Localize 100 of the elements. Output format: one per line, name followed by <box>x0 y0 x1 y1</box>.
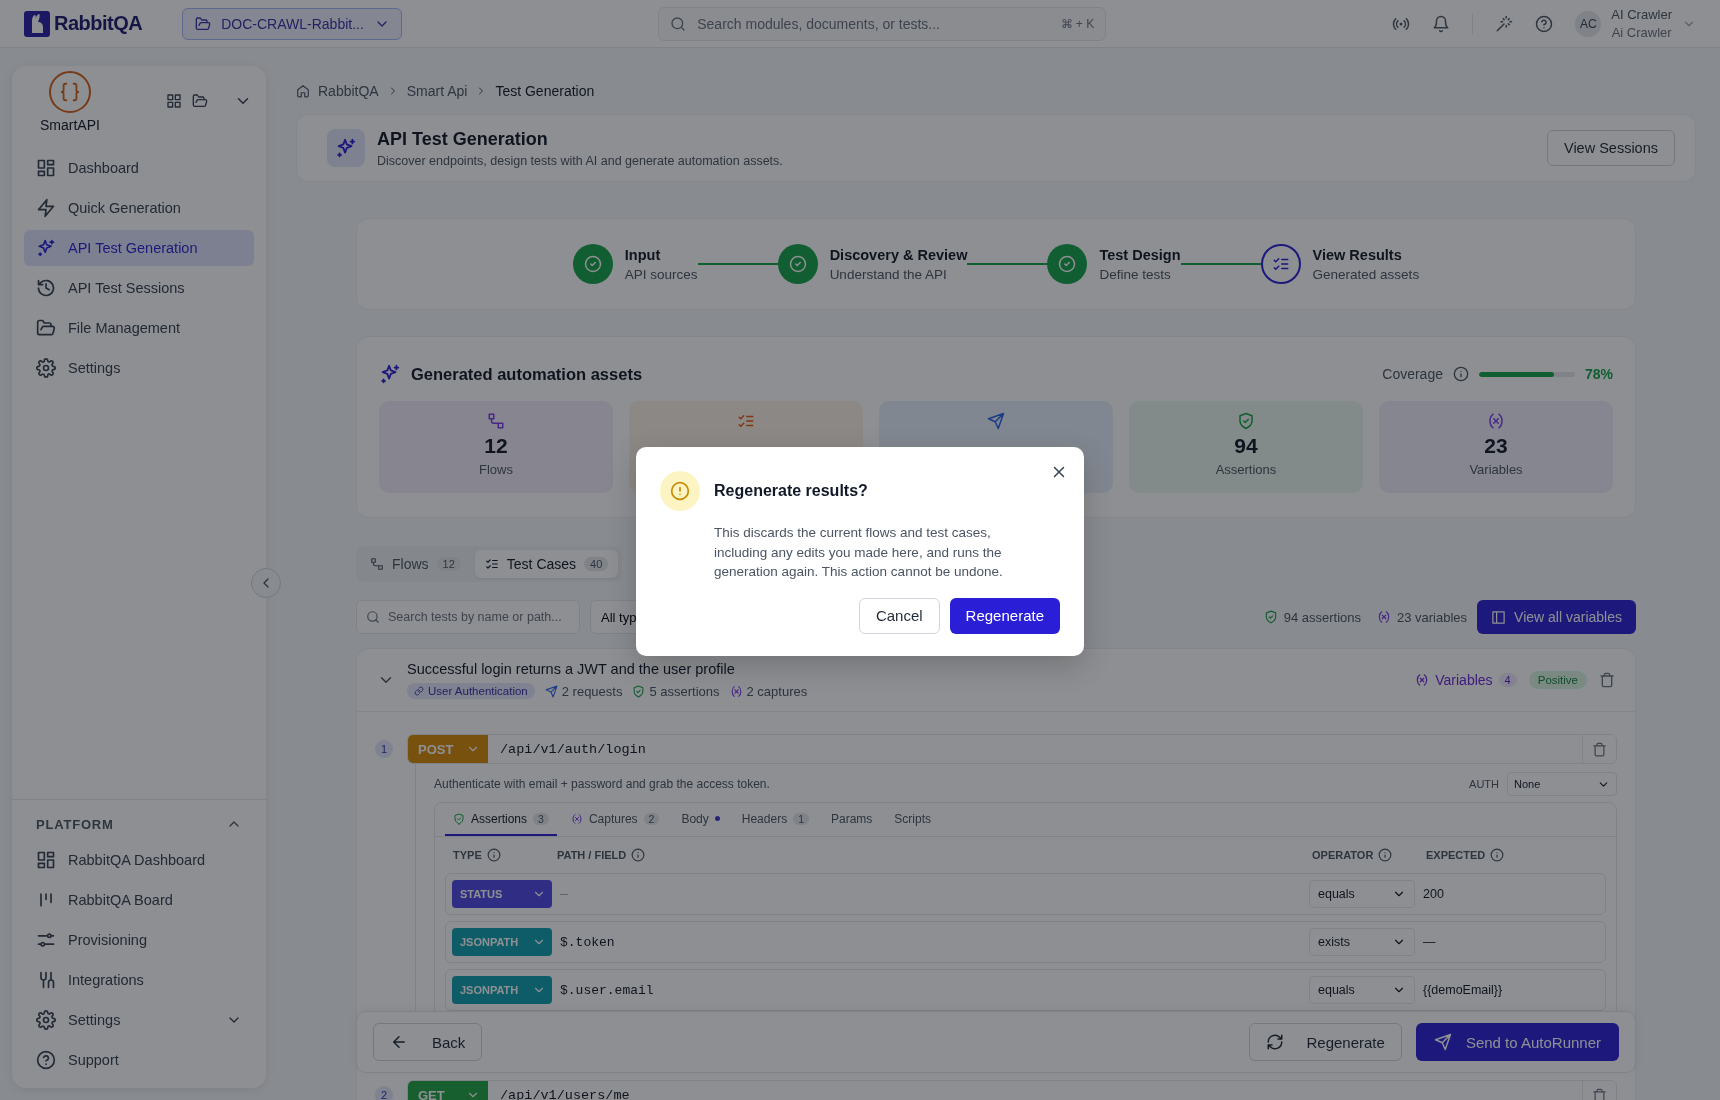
variables-count: 23 variables <box>1397 609 1468 625</box>
operator-select[interactable]: equals <box>1309 880 1415 908</box>
regenerate-button[interactable]: Regenerate <box>1249 1023 1402 1061</box>
sidebar-item[interactable]: Dashboard <box>24 150 254 186</box>
breadcrumb-link[interactable]: Smart Api <box>406 83 468 99</box>
sidebar-item[interactable]: Settings <box>24 350 254 386</box>
sidebar-item[interactable]: API Test Sessions <box>24 270 254 306</box>
column-header: EXPECTED <box>1426 849 1486 861</box>
request-path: /api/v1/auth/login <box>499 740 647 759</box>
path-field[interactable]: $.token <box>560 934 1301 950</box>
panel-icon <box>1491 609 1507 625</box>
variable-icon <box>1377 610 1391 624</box>
step-title: Input <box>624 246 662 263</box>
shield-check-icon <box>632 684 646 698</box>
type-select[interactable]: STATUS <box>452 880 552 908</box>
operator-select[interactable]: exists <box>1309 928 1415 956</box>
panel-tab[interactable]: Body <box>673 803 728 836</box>
flow-icon <box>487 412 505 430</box>
operator-select[interactable]: equals <box>1309 976 1415 1004</box>
test-case-title: Successful login returns a JWT and the user profile <box>407 661 736 677</box>
wand-icon[interactable] <box>1495 14 1514 33</box>
expected-field[interactable]: {{demoEmail}} <box>1423 983 1599 997</box>
folder-icon[interactable] <box>192 93 208 109</box>
alert-icon <box>670 481 690 501</box>
request-field[interactable]: POST /api/v1/auth/login <box>407 734 1617 764</box>
confirm-button[interactable]: Regenerate <box>949 597 1060 634</box>
user-role: Ai Crawler <box>1611 23 1672 42</box>
panel-tab[interactable]: Headers 1 <box>733 803 817 836</box>
delete-button[interactable] <box>1582 735 1616 763</box>
sidebar-item[interactable]: Quick Generation <box>24 190 254 226</box>
back-button[interactable]: Back <box>373 1023 483 1061</box>
sliders-icon <box>36 930 56 950</box>
page-subtitle: Discover endpoints, design tests with AI and generate automation assets. <box>377 153 783 168</box>
auth-select[interactable]: None <box>1507 772 1617 796</box>
panel-tab[interactable]: Assertions 3 <box>445 803 557 836</box>
sidebar-item[interactable]: API Test Generation <box>24 230 254 266</box>
trash-icon[interactable] <box>1599 672 1615 688</box>
variable-icon <box>1487 412 1505 430</box>
send-icon <box>544 684 558 698</box>
step-subtitle: Generated assets <box>1312 266 1420 282</box>
step-number: 1 <box>375 740 393 758</box>
path-field[interactable]: $.user.email <box>560 982 1301 998</box>
send-button[interactable]: Send to AutoRunner <box>1415 1023 1619 1061</box>
project-selector[interactable]: DOC-CRAWL-Rabbit... <box>182 7 403 40</box>
sidebar-item[interactable]: Settings <box>24 1002 254 1038</box>
braces-icon <box>58 81 81 103</box>
view-tab[interactable]: Flows 12 <box>360 550 471 578</box>
expected-field[interactable]: 200 <box>1423 887 1599 901</box>
type-select[interactable]: JSONPATH <box>452 976 552 1004</box>
breadcrumb-link[interactable]: RabbitQA <box>318 83 379 99</box>
settings-icon <box>36 1010 56 1030</box>
type-select[interactable]: JSONPATH <box>452 928 552 956</box>
coverage-value: 78% <box>1584 366 1613 382</box>
requests-count: 2 requests <box>544 683 623 699</box>
user-avatar[interactable]: AC <box>1575 10 1602 37</box>
panel-tab[interactable]: Params <box>823 803 881 836</box>
variables-button[interactable]: Variables 4 <box>1415 672 1517 688</box>
sidebar-item[interactable]: RabbitQA Board <box>24 882 254 918</box>
info-icon <box>486 848 501 862</box>
panel-tab[interactable]: Scripts <box>886 803 939 836</box>
sidebar-item[interactable]: Support <box>24 1042 254 1078</box>
view-sessions-button[interactable]: View Sessions <box>1546 130 1675 166</box>
panel-tab[interactable]: Captures 2 <box>562 803 668 836</box>
sidebar-item[interactable]: RabbitQA Dashboard <box>24 842 254 878</box>
shield-check-icon <box>453 812 465 825</box>
expected-field[interactable]: — <box>1423 935 1599 949</box>
section-title: PLATFORM <box>36 816 114 832</box>
stat-value: 23 <box>1484 434 1508 458</box>
dashboard-icon <box>36 158 56 178</box>
sidebar-item[interactable]: Provisioning <box>24 922 254 958</box>
step-title: Test Design <box>1099 246 1181 263</box>
column-header: PATH / FIELD <box>557 849 627 861</box>
checklist-icon <box>737 412 755 430</box>
view-tab[interactable]: Test Cases 40 <box>474 550 619 578</box>
stat-label: Flows <box>479 462 513 477</box>
view-all-variables-button[interactable]: View all variables <box>1477 600 1636 634</box>
folder-icon <box>36 318 56 338</box>
grid-icon[interactable] <box>166 93 182 109</box>
page-title: API Test Generation <box>377 128 549 150</box>
search-field[interactable]: Search tests by name or path... <box>356 600 580 634</box>
step-title: View Results <box>1312 246 1403 263</box>
sparkle-icon <box>36 238 56 258</box>
notifications-icon[interactable] <box>1432 14 1451 33</box>
auth-label: AUTH <box>1469 778 1499 790</box>
sidebar-item[interactable]: Integrations <box>24 962 254 998</box>
assertions-count: 94 assertions <box>1283 609 1361 625</box>
settings-icon <box>36 358 56 378</box>
send-icon <box>987 412 1005 430</box>
info-icon <box>631 848 646 862</box>
help-icon[interactable] <box>1535 14 1554 33</box>
dashboard-icon <box>36 850 56 870</box>
info-icon <box>1378 848 1393 862</box>
app-name: SmartAPI <box>40 117 100 133</box>
logo[interactable]: RabbitQA <box>24 10 143 37</box>
logo-text: RabbitQA <box>54 12 143 35</box>
step-number: 2 <box>375 1086 393 1100</box>
cancel-button[interactable]: Cancel <box>858 597 940 634</box>
method-select[interactable]: GET <box>408 1081 488 1100</box>
column-header: TYPE <box>453 849 482 861</box>
sidebar-item[interactable]: File Management <box>24 310 254 346</box>
